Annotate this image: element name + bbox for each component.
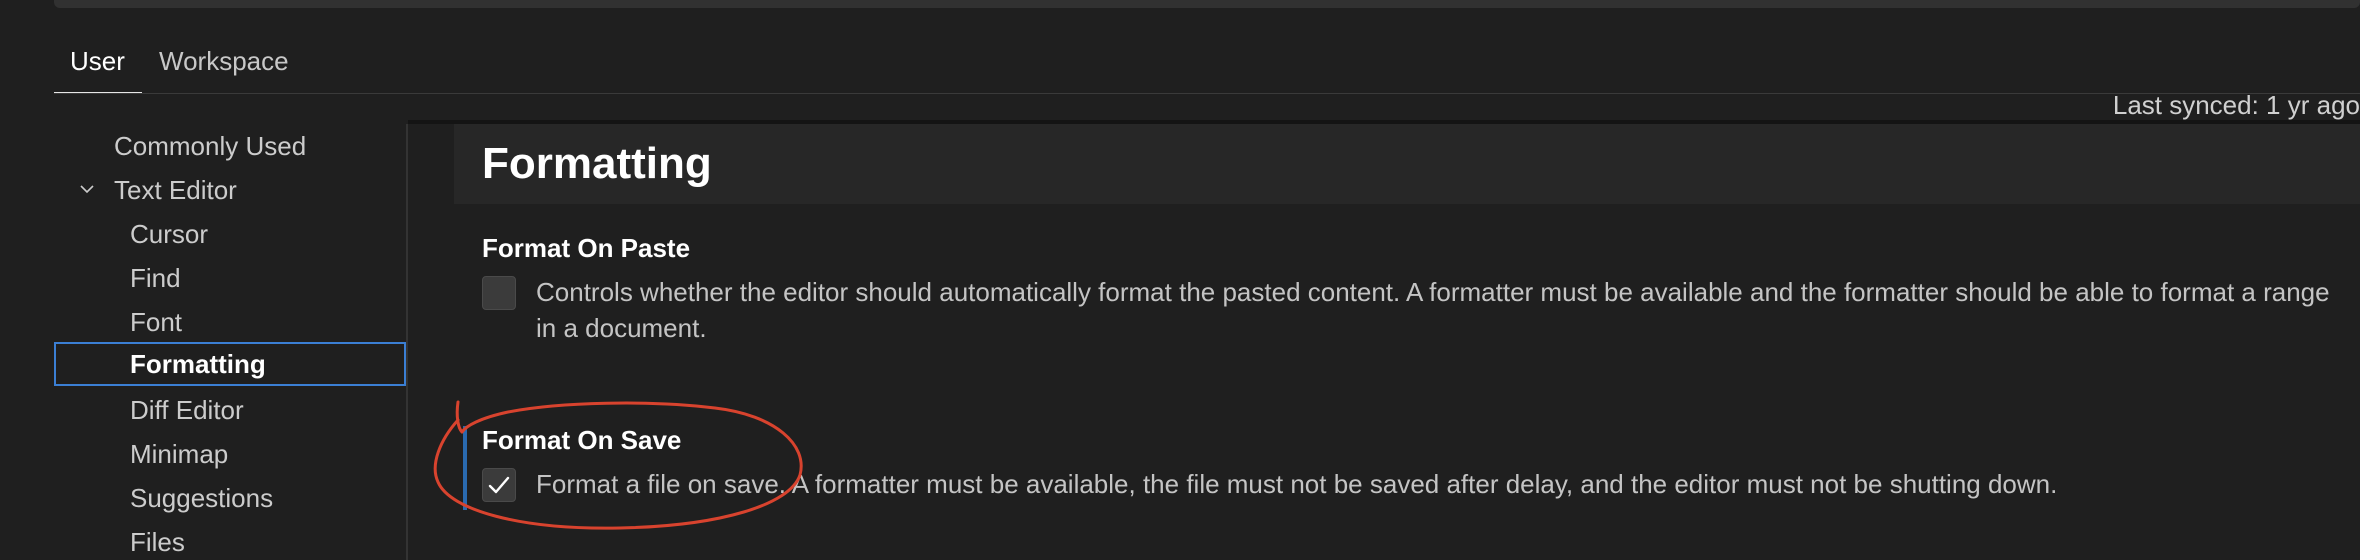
check-icon xyxy=(488,476,510,494)
toc-item-diff-editor[interactable]: Diff Editor xyxy=(54,388,406,432)
tabs-divider xyxy=(54,93,2360,94)
toc-item-text-editor[interactable]: Text Editor xyxy=(54,168,406,212)
toc-item-label: Text Editor xyxy=(114,175,237,205)
toc-item-label: Find xyxy=(130,263,181,293)
setting-title: Format On Paste xyxy=(482,233,691,263)
toc-item-label: Diff Editor xyxy=(130,395,244,425)
format-on-save-checkbox[interactable] xyxy=(482,468,516,502)
settings-toc: Commonly Used Text Editor Cursor Find Fo… xyxy=(54,124,406,560)
toc-item-label: Font xyxy=(130,307,183,337)
toc-divider[interactable] xyxy=(406,124,408,560)
setting-row: Format a file on save. A formatter must … xyxy=(482,466,2342,502)
toc-item-font[interactable]: Font xyxy=(54,300,406,344)
setting-row: Controls whether the editor should autom… xyxy=(482,274,2342,346)
toc-item-cursor[interactable]: Cursor xyxy=(54,212,406,256)
setting-description: Controls whether the editor should autom… xyxy=(536,277,2330,343)
setting-format-on-paste: Format On Paste Controls whether the edi… xyxy=(482,232,2342,346)
toc-item-label: Cursor xyxy=(130,219,209,249)
setting-description: Format a file on save. A formatter must … xyxy=(536,469,2058,499)
toc-item-minimap[interactable]: Minimap xyxy=(54,432,406,476)
tab-workspace[interactable]: Workspace xyxy=(159,44,289,88)
settings-search-bar[interactable] xyxy=(54,0,2360,8)
setting-format-on-save: Format On Save Format a file on save. A … xyxy=(482,424,2342,502)
toc-item-label: Suggestions xyxy=(130,483,274,513)
section-header: Formatting xyxy=(454,124,2360,204)
toc-item-label: Files xyxy=(130,527,185,557)
tab-user[interactable]: User xyxy=(70,44,125,88)
format-on-paste-checkbox[interactable] xyxy=(482,276,516,310)
modified-indicator xyxy=(463,426,467,510)
toc-item-commonly-used[interactable]: Commonly Used xyxy=(54,124,406,168)
settings-editor: User Workspace Last synced: 1 yr ago Com… xyxy=(0,0,2360,560)
toc-item-files[interactable]: Files xyxy=(54,520,406,560)
section-title: Formatting xyxy=(482,139,712,188)
toc-item-label: Formatting xyxy=(130,349,266,379)
chevron-down-icon[interactable] xyxy=(80,182,94,196)
settings-scope-tabs: User Workspace Last synced: 1 yr ago xyxy=(54,44,2360,120)
toc-item-suggestions[interactable]: Suggestions xyxy=(54,476,406,520)
toc-item-label: Minimap xyxy=(130,439,229,469)
setting-title: Format On Save xyxy=(482,425,682,455)
toc-item-find[interactable]: Find xyxy=(54,256,406,300)
toc-item-formatting[interactable]: Formatting xyxy=(54,342,406,386)
toc-item-label: Commonly Used xyxy=(114,131,307,161)
